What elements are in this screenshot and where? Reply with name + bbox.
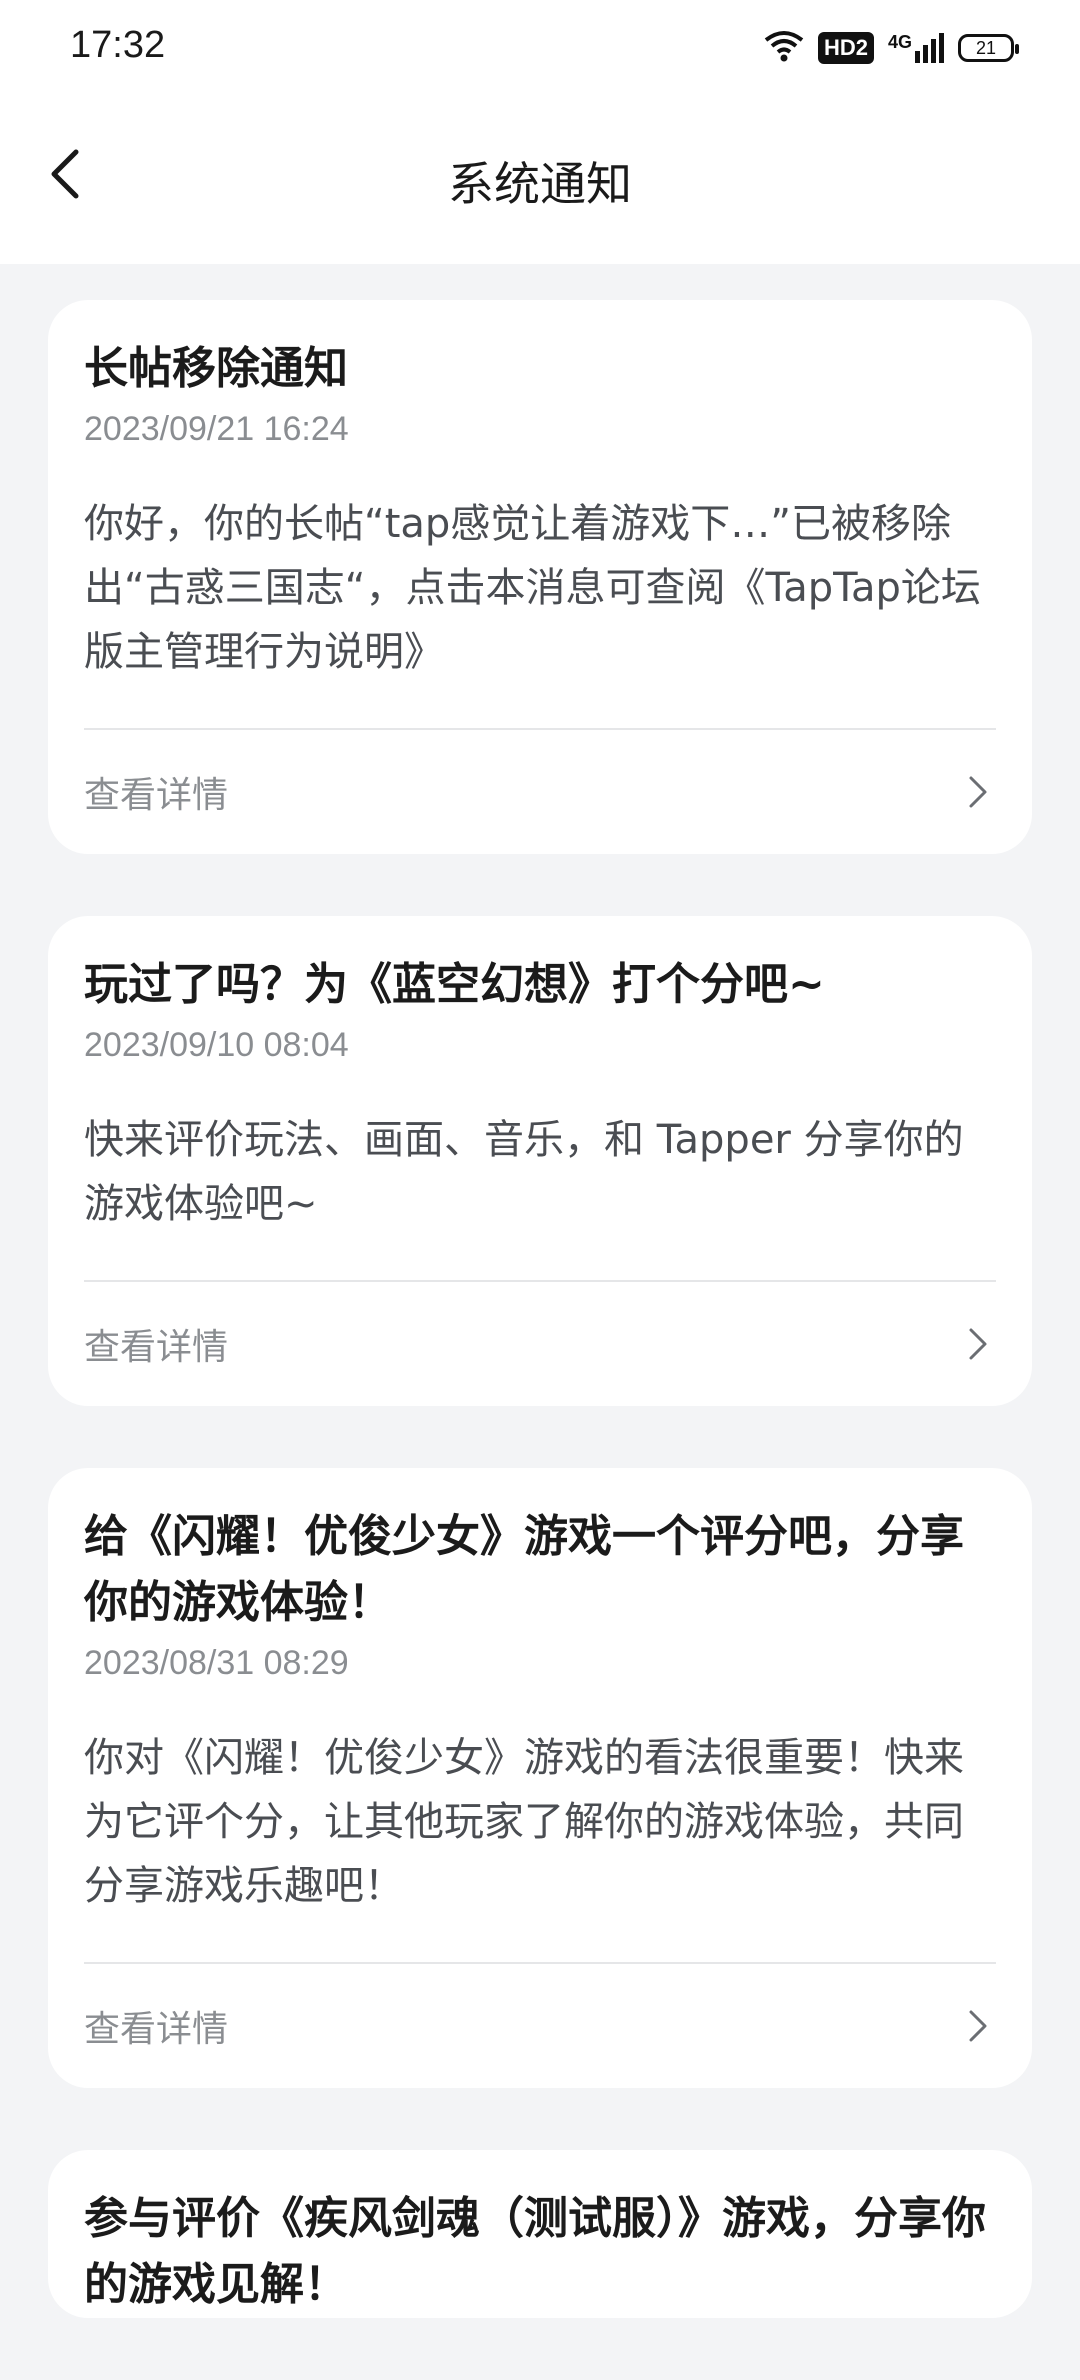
notification-date: 2023/09/21 16:24 (84, 410, 349, 448)
notification-body: 你好，你的长帖“tap感觉让着游戏下…”已被移除出“古惑三国志“，点击本消息可查… (84, 492, 996, 730)
notification-title: 长帖移除通知 (84, 343, 348, 394)
view-details-label: 查看详情 (84, 2009, 229, 2050)
notification-card[interactable]: 玩过了吗？为《蓝空幻想》打个分吧~ 2023/09/10 08:04 快来评价玩… (48, 916, 1032, 1406)
wifi-icon (764, 30, 804, 66)
view-details-row[interactable]: 查看详情 (84, 730, 996, 854)
cellular-signal-icon: 4G (887, 32, 944, 63)
battery-icon: 21 (958, 34, 1019, 62)
hd-badge: HD2 (817, 32, 874, 64)
chevron-right-icon (960, 774, 996, 810)
notification-list: 长帖移除通知 2023/09/21 16:24 你好，你的长帖“tap感觉让着游… (48, 300, 1032, 2380)
page-title: 系统通知 (448, 157, 632, 211)
notification-title: 给《闪耀！优俊少女》游戏一个评分吧，分享你的游戏体验！ (84, 1511, 964, 1628)
view-details-label: 查看详情 (84, 775, 229, 816)
notification-title: 参与评价《疾风剑魂（测试服）》游戏，分享你的游戏见解！ (84, 2193, 986, 2310)
notification-card[interactable]: 给《闪耀！优俊少女》游戏一个评分吧，分享你的游戏体验！ 2023/08/31 0… (48, 1468, 1032, 2088)
status-bar: 17:32 HD2 4G 21 (0, 0, 1080, 96)
notification-body: 快来评价玩法、画面、音乐，和 Tapper 分享你的游戏体验吧~ (84, 1108, 996, 1282)
view-details-row[interactable]: 查看详情 (84, 1964, 996, 2088)
chevron-right-icon (960, 1326, 996, 1362)
notification-title: 玩过了吗？为《蓝空幻想》打个分吧~ (84, 959, 825, 1010)
status-time: 17:32 (70, 24, 166, 66)
notification-date: 2023/08/31 08:29 (84, 1644, 349, 1682)
notification-date: 2023/09/10 08:04 (84, 1026, 349, 1064)
notification-card[interactable]: 长帖移除通知 2023/09/21 16:24 你好，你的长帖“tap感觉让着游… (48, 300, 1032, 854)
chevron-right-icon (960, 2008, 996, 2044)
notification-card[interactable]: 参与评价《疾风剑魂（测试服）》游戏，分享你的游戏见解！ (48, 2150, 1032, 2318)
battery-level: 21 (975, 37, 997, 58)
notification-body: 你对《闪耀！优俊少女》游戏的看法很重要！快来为它评个分，让其他玩家了解你的游戏体… (84, 1726, 996, 1964)
view-details-label: 查看详情 (84, 1327, 229, 1368)
view-details-row[interactable]: 查看详情 (84, 1282, 996, 1406)
network-type-label: 4G (887, 32, 912, 52)
nav-bar: 系统通知 (0, 96, 1080, 264)
status-icons: HD2 4G 21 (764, 28, 1019, 68)
